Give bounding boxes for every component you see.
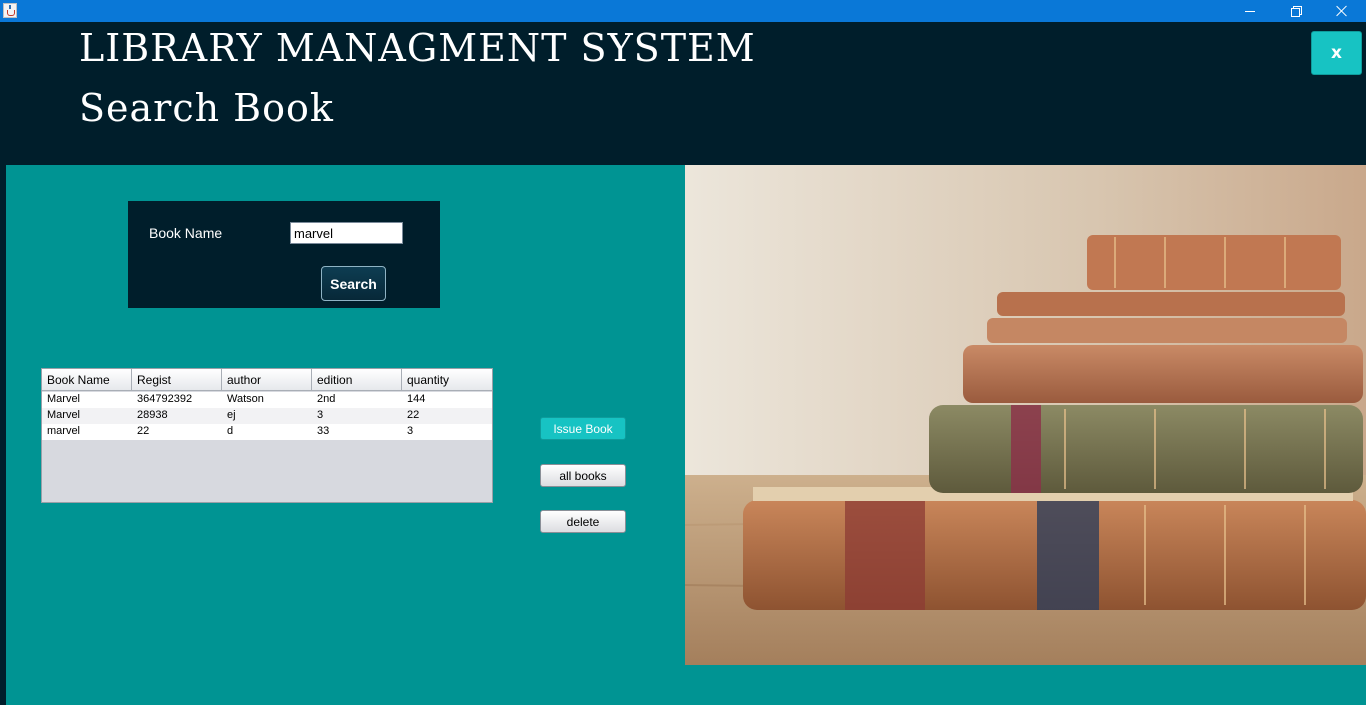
minimize-icon [1245, 10, 1255, 12]
cell-regist: 364792392 [137, 393, 193, 405]
table-row[interactable]: Marvel 364792392 Watson 2nd 144 [42, 392, 492, 408]
column-header-edition[interactable]: edition [312, 369, 402, 391]
minimize-button[interactable] [1227, 0, 1273, 22]
cell-quantity: 144 [407, 393, 426, 405]
cell-edition: 3 [317, 409, 324, 421]
restore-icon [1291, 6, 1302, 17]
app-title: LIBRARY MANAGMENT SYSTEM [79, 26, 756, 70]
cell-edition: 2nd [317, 393, 336, 405]
cell-author: Watson [227, 393, 264, 405]
cell-author: ej [227, 409, 236, 421]
cell-author: d [227, 425, 234, 437]
java-app-icon [3, 3, 17, 18]
table-row[interactable]: marvel 22 d 33 3 [42, 424, 492, 440]
cell-edition: 33 [317, 425, 330, 437]
book-name-input[interactable] [290, 222, 403, 244]
window-close-button[interactable] [1319, 0, 1365, 22]
column-header-book-name[interactable]: Book Name [42, 369, 132, 391]
cell-quantity: 22 [407, 409, 420, 421]
issue-book-button[interactable]: Issue Book [540, 417, 626, 440]
cell-book-name: Marvel [47, 409, 81, 421]
column-header-regist[interactable]: Regist [132, 369, 222, 391]
table-header: Book Name Regist author edition quantity [42, 369, 492, 391]
book-name-label: Book Name [149, 225, 223, 241]
cell-quantity: 3 [407, 425, 414, 437]
cell-regist: 22 [137, 425, 150, 437]
all-books-button[interactable]: all books [540, 464, 626, 487]
cell-regist: 28938 [137, 409, 168, 421]
column-header-quantity[interactable]: quantity [402, 369, 492, 391]
table-row[interactable]: Marvel 28938 ej 3 22 [42, 408, 492, 424]
close-icon [1336, 5, 1348, 17]
search-button[interactable]: Search [321, 266, 386, 301]
cell-book-name: Marvel [47, 393, 81, 405]
results-table[interactable]: Book Name Regist author edition quantity… [41, 368, 493, 503]
column-header-author[interactable]: author [222, 369, 312, 391]
search-panel [128, 201, 440, 308]
restore-button[interactable] [1273, 0, 1319, 22]
books-stack-image [685, 165, 1366, 665]
delete-button[interactable]: delete [540, 510, 626, 533]
cell-book-name: marvel [47, 425, 81, 437]
table-body: Marvel 364792392 Watson 2nd 144 Marvel 2… [42, 392, 492, 440]
close-app-button[interactable]: x [1311, 31, 1362, 75]
window-titlebar [0, 0, 1366, 22]
page-title: Search Book [79, 86, 334, 130]
